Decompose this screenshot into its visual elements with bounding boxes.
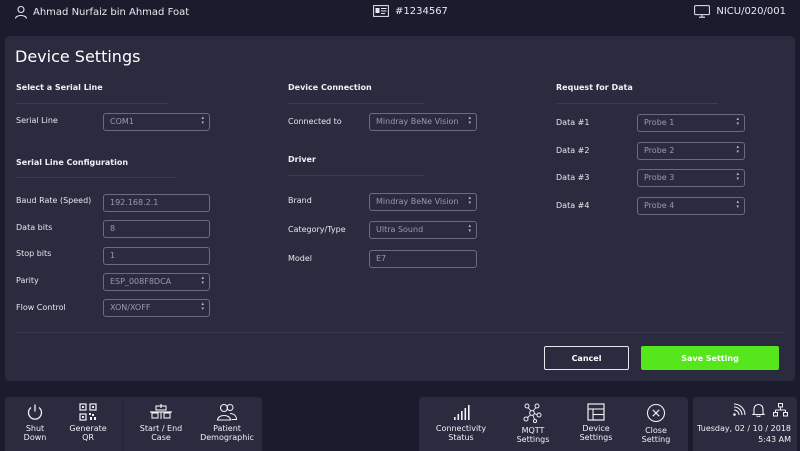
connected-to-label: Connected to — [288, 117, 342, 126]
serial-line-section-title: Select a Serial Line — [16, 83, 103, 92]
data-3-label: Data #3 — [556, 173, 590, 182]
case-icon — [150, 404, 172, 419]
device-connection-section-title: Device Connection — [288, 83, 372, 92]
dock-separator — [122, 397, 123, 451]
start-end-case-label: Start / End Case — [139, 424, 183, 442]
section-underline — [16, 177, 176, 178]
monitor-icon — [694, 5, 711, 18]
flow-control-select[interactable]: XON/XOFF — [103, 299, 210, 317]
flow-control-label: Flow Control — [16, 303, 66, 312]
page-title: Device Settings — [15, 47, 141, 66]
save-setting-button[interactable]: Save Setting — [641, 346, 779, 370]
serial-config-section-title: Serial Line Configuration — [16, 158, 129, 167]
id-card-icon — [373, 5, 389, 17]
sitemap-icon[interactable] — [773, 403, 788, 417]
close-setting-button[interactable]: Close Setting — [629, 397, 683, 451]
section-underline — [288, 175, 424, 176]
signal-bars-icon — [454, 405, 470, 420]
shutdown-label: Shut Down — [23, 424, 47, 442]
cancel-button[interactable]: Cancel — [544, 346, 629, 370]
generate-qr-button[interactable]: Generate QR — [61, 397, 115, 451]
top-bar: Ahmad Nurfaiz bin Ahmad Foat #1234567 NI… — [0, 0, 800, 25]
section-underline — [16, 103, 168, 104]
connectivity-status-label: Connectivity Status — [435, 424, 487, 442]
wifi-icon — [733, 403, 746, 416]
baud-rate-label: Baud Rate (Speed) — [16, 196, 92, 205]
qr-code-icon — [79, 403, 97, 421]
data-2-select[interactable]: Probe 2 — [637, 142, 745, 160]
serial-line-select[interactable]: COM1 — [103, 113, 210, 131]
section-underline — [556, 103, 718, 104]
start-end-case-button[interactable]: Start / End Case — [127, 397, 195, 451]
data-1-label: Data #1 — [556, 118, 590, 127]
user-name: Ahmad Nurfaiz bin Ahmad Foat — [33, 6, 190, 18]
data-3-select[interactable]: Probe 3 — [637, 169, 745, 187]
brand-select[interactable]: Mindray BeNe Vision — [369, 193, 477, 211]
data-4-select[interactable]: Probe 4 — [637, 197, 745, 215]
device-settings-label: Device Settings — [579, 424, 613, 442]
bell-icon[interactable] — [752, 403, 765, 417]
parity-select[interactable]: ESP_008F8DCA — [103, 273, 210, 291]
close-circle-icon — [646, 403, 666, 423]
baud-rate-input[interactable]: 192.168.2.1 — [103, 194, 210, 212]
location-text: NICU/020/001 — [716, 6, 786, 17]
network-icon — [523, 403, 542, 423]
patient-id-text: #1234567 — [395, 5, 448, 17]
brand-label: Brand — [288, 196, 312, 205]
current-user: Ahmad Nurfaiz bin Ahmad Foat — [14, 5, 189, 19]
device-settings-button[interactable]: Device Settings — [569, 397, 623, 451]
mqtt-settings-button[interactable]: MQTT Settings — [507, 397, 559, 451]
generate-qr-label: Generate QR — [69, 424, 107, 442]
parity-label: Parity — [16, 276, 39, 285]
current-time: 5:43 AM — [758, 435, 791, 444]
shutdown-button[interactable]: Shut Down — [9, 397, 61, 451]
dock-status: Tuesday, 02 / 10 / 2018 5:43 AM — [693, 397, 797, 451]
stop-bits-label: Stop bits — [16, 249, 52, 258]
model-label: Model — [288, 254, 313, 263]
patient-demographic-button[interactable]: Patient Demographic — [195, 397, 259, 451]
connected-to-select[interactable]: Mindray BeNe Vision — [369, 113, 477, 131]
patient-demographic-label: Patient Demographic — [200, 424, 254, 442]
model-input[interactable]: E7 — [369, 250, 477, 268]
category-label: Category/Type — [288, 225, 346, 234]
request-data-section-title: Request for Data — [556, 83, 633, 92]
data-bits-input[interactable]: 8 — [103, 220, 210, 238]
data-4-label: Data #4 — [556, 201, 590, 210]
user-icon — [14, 5, 28, 19]
current-date: Tuesday, 02 / 10 / 2018 — [697, 424, 791, 433]
data-2-label: Data #2 — [556, 146, 590, 155]
mqtt-settings-label: MQTT Settings — [516, 426, 550, 444]
category-select[interactable]: Ultra Sound — [369, 221, 477, 239]
close-setting-label: Close Setting — [641, 426, 671, 444]
driver-section-title: Driver — [288, 155, 316, 164]
data-bits-label: Data bits — [16, 223, 53, 232]
grid-window-icon — [587, 403, 605, 421]
dock-left: Shut Down Generate QR Start / End Case P… — [5, 397, 262, 451]
stop-bits-input[interactable]: 1 — [103, 247, 210, 265]
patients-icon — [216, 403, 238, 421]
data-1-select[interactable]: Probe 1 — [637, 114, 745, 132]
device-settings-panel: Device Settings Select a Serial Line Ser… — [5, 36, 795, 381]
bed-location: NICU/020/001 — [694, 5, 786, 18]
panel-divider — [15, 332, 785, 333]
connectivity-status-button[interactable]: Connectivity Status — [425, 397, 497, 451]
power-icon — [27, 404, 43, 420]
serial-line-label: Serial Line — [16, 116, 58, 125]
section-underline — [288, 103, 424, 104]
dock-settings: Connectivity Status MQTT Settings Device… — [419, 397, 688, 451]
patient-id: #1234567 — [373, 5, 448, 17]
